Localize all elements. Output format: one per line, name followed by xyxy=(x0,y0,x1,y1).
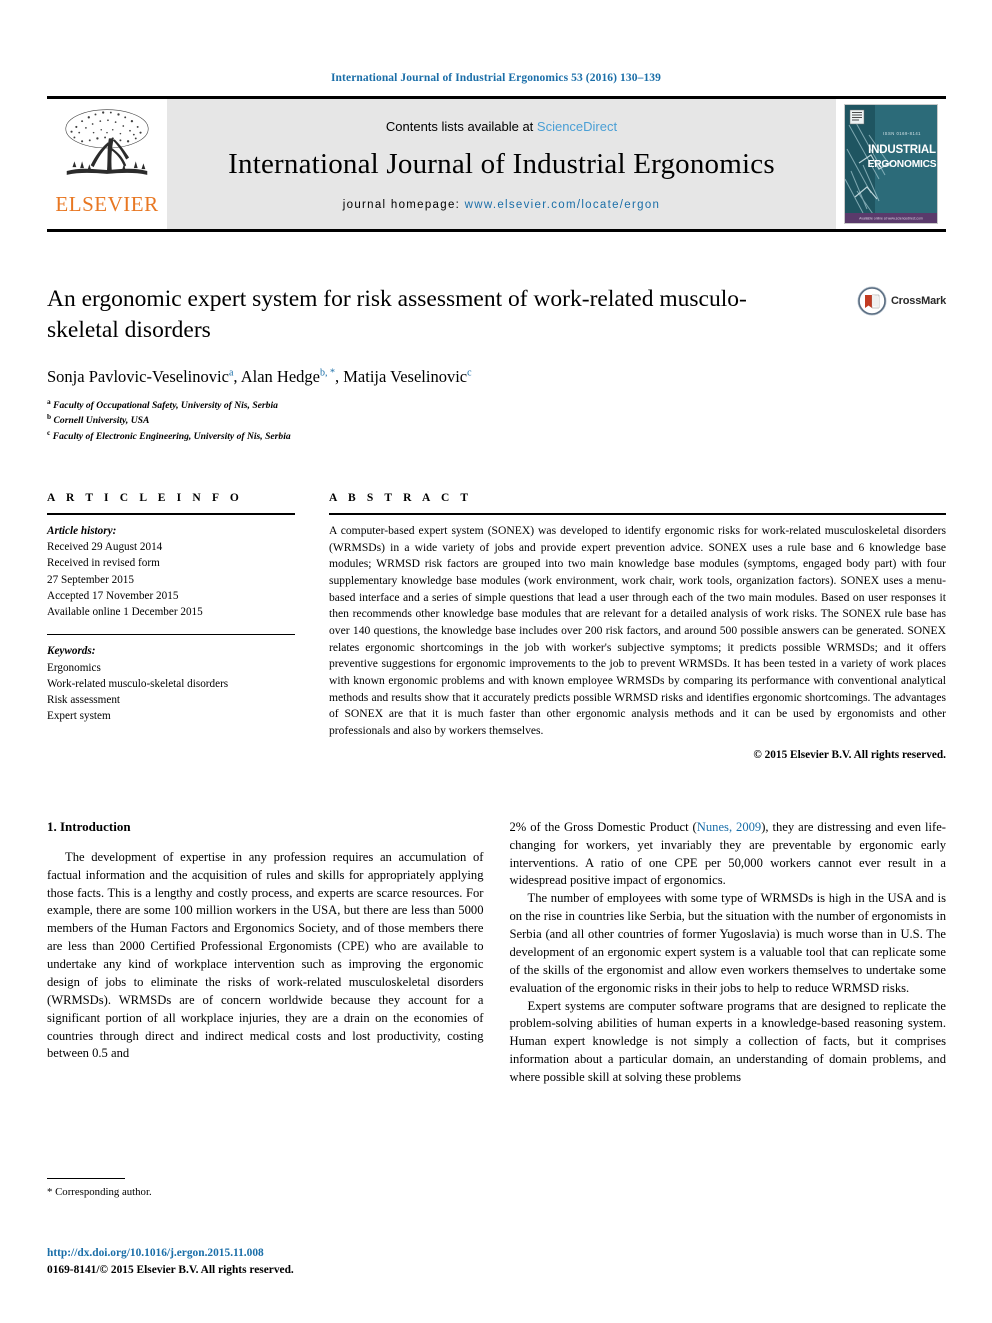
running-head: International Journal of Industrial Ergo… xyxy=(330,72,661,84)
body-paragraph: The development of expertise in any prof… xyxy=(47,849,484,1061)
author-affiliation-mark: c xyxy=(467,367,472,378)
footnote-divider xyxy=(47,1178,125,1179)
section-heading-introduction: 1. Introduction xyxy=(47,818,131,834)
paper-page: International Journal of Industrial Ergo… xyxy=(0,0,992,1323)
page-footer: http://dx.doi.org/10.1016/j.ergon.2015.1… xyxy=(47,1245,487,1279)
journal-masthead: ELSEVIER Contents lists available at Sci… xyxy=(47,96,946,232)
corresponding-author-note: * Corresponding author. xyxy=(47,1186,152,1198)
keyword-item: Work-related musculo-skeletal disorders xyxy=(47,677,229,690)
abstract-rule xyxy=(329,512,946,515)
affiliation-item: b Cornell University, USA xyxy=(47,412,946,428)
contents-prefix: Contents lists available at xyxy=(385,119,537,134)
elsevier-tree-icon xyxy=(65,109,149,175)
author-affiliation-mark: a xyxy=(228,367,234,378)
abstract-text: A computer-based expert system (SONEX) w… xyxy=(329,523,946,738)
keyword-item: Expert system xyxy=(47,710,111,723)
author-affiliation-mark: b, * xyxy=(320,367,335,378)
body-column-right: 2% of the Gross Domestic Product (Nunes,… xyxy=(510,819,947,1087)
affiliation-item: c Faculty of Electronic Engineering, Uni… xyxy=(47,428,946,444)
affiliation-item: a Faculty of Occupational Safety, Univer… xyxy=(47,397,946,413)
crossmark-logo-icon xyxy=(857,286,887,316)
info-abstract-row: A R T I C L E I N F O Article history: R… xyxy=(47,492,946,761)
svg-text:ISSN 0169-8141: ISSN 0169-8141 xyxy=(883,131,921,136)
svg-text:INDUSTRIAL: INDUSTRIAL xyxy=(868,144,936,156)
footnote-block: * Corresponding author. xyxy=(47,1178,477,1200)
keyword-item: Ergonomics xyxy=(47,661,101,674)
elsevier-wordmark: ELSEVIER xyxy=(55,192,159,216)
journal-cover-thumbnail: ISSN 0169-8141 INDUSTRIAL ERGONOMICS Ava… xyxy=(844,104,938,224)
article-info-heading: A R T I C L E I N F O xyxy=(47,491,243,504)
affiliation-mark: b xyxy=(47,412,52,422)
abstract-heading: A B S T R A C T xyxy=(329,491,473,504)
history-item: Accepted 17 November 2015 xyxy=(47,589,179,602)
author-list: Sonja Pavlovic-Veselinovica, Alan Hedgeb… xyxy=(47,366,472,386)
contents-lists-line: Contents lists available at ScienceDirec… xyxy=(386,119,617,134)
homepage-prefix: journal homepage: xyxy=(342,199,465,211)
author-name: Sonja Pavlovic-Veselinovic xyxy=(47,366,229,386)
svg-text:ERGONOMICS: ERGONOMICS xyxy=(868,159,937,170)
keyword-item: Risk assessment xyxy=(47,694,121,706)
history-item: Received 29 August 2014 xyxy=(47,541,163,554)
body-column-left: 1. Introduction The development of exper… xyxy=(47,819,484,1087)
affiliation-mark: a xyxy=(47,396,51,406)
article-info-rule xyxy=(47,512,295,515)
body-paragraph: The number of employees with some type o… xyxy=(509,891,947,995)
history-item: Received in revised form xyxy=(47,557,160,570)
affiliation-text: Faculty of Occupational Safety, Universi… xyxy=(53,399,278,411)
history-item: Available online 1 December 2015 xyxy=(47,606,203,619)
body-paragraph: 2% of the Gross Domestic Product (Nunes,… xyxy=(510,819,947,891)
author-name: Matija Veselinovic xyxy=(343,366,468,386)
issn-copyright-line: 0169-8141/© 2015 Elsevier B.V. All right… xyxy=(47,1264,294,1277)
keywords-rule xyxy=(47,634,295,636)
keywords-list: Ergonomics Work-related musculo-skeletal… xyxy=(47,660,295,725)
affiliation-text: Faculty of Electronic Engineering, Unive… xyxy=(52,431,291,443)
affiliation-mark: c xyxy=(47,428,51,438)
title-block: CrossMark An ergonomic expert system for… xyxy=(47,284,946,444)
doi-link[interactable]: http://dx.doi.org/10.1016/j.ergon.2015.1… xyxy=(47,1245,487,1262)
crossmark-badge[interactable]: CrossMark xyxy=(857,286,946,316)
article-history-list: Received 29 August 2014 Received in revi… xyxy=(47,539,295,620)
body-paragraph: Expert systems are computer software pro… xyxy=(509,998,947,1085)
journal-homepage-line: journal homepage: www.elsevier.com/locat… xyxy=(343,199,660,211)
paragraph-pre-text: 2% of the Gross Domestic Product ( xyxy=(509,819,697,834)
affiliation-list: a Faculty of Occupational Safety, Univer… xyxy=(47,397,946,444)
citation-link[interactable]: Nunes, 2009 xyxy=(697,820,761,834)
abstract-copyright: © 2015 Elsevier B.V. All rights reserved… xyxy=(753,748,946,761)
journal-cover-container: ISSN 0169-8141 INDUSTRIAL ERGONOMICS Ava… xyxy=(836,99,946,229)
history-item: 27 September 2015 xyxy=(47,573,134,586)
svg-text:Available online at www.scienc: Available online at www.sciencedirect.co… xyxy=(859,217,923,221)
author-name: Alan Hedge xyxy=(240,366,320,386)
crossmark-label: CrossMark xyxy=(890,295,946,307)
article-info-column: A R T I C L E I N F O Article history: R… xyxy=(47,492,295,761)
homepage-url-link[interactable]: www.elsevier.com/locate/ergon xyxy=(465,199,661,211)
page-title: An ergonomic expert system for risk asse… xyxy=(47,286,747,344)
article-history-label: Article history: xyxy=(47,524,117,537)
masthead-center: Contents lists available at ScienceDirec… xyxy=(167,99,836,229)
body-columns: 1. Introduction The development of exper… xyxy=(47,819,946,1087)
sciencedirect-link[interactable]: ScienceDirect xyxy=(537,119,617,134)
journal-title: International Journal of Industrial Ergo… xyxy=(228,148,775,180)
keywords-label: Keywords: xyxy=(47,645,96,658)
affiliation-text: Cornell University, USA xyxy=(53,415,150,427)
abstract-column: A B S T R A C T A computer-based expert … xyxy=(329,492,946,761)
cover-artwork: ISSN 0169-8141 INDUSTRIAL ERGONOMICS Ava… xyxy=(845,105,937,223)
elsevier-logo: ELSEVIER xyxy=(47,99,167,229)
